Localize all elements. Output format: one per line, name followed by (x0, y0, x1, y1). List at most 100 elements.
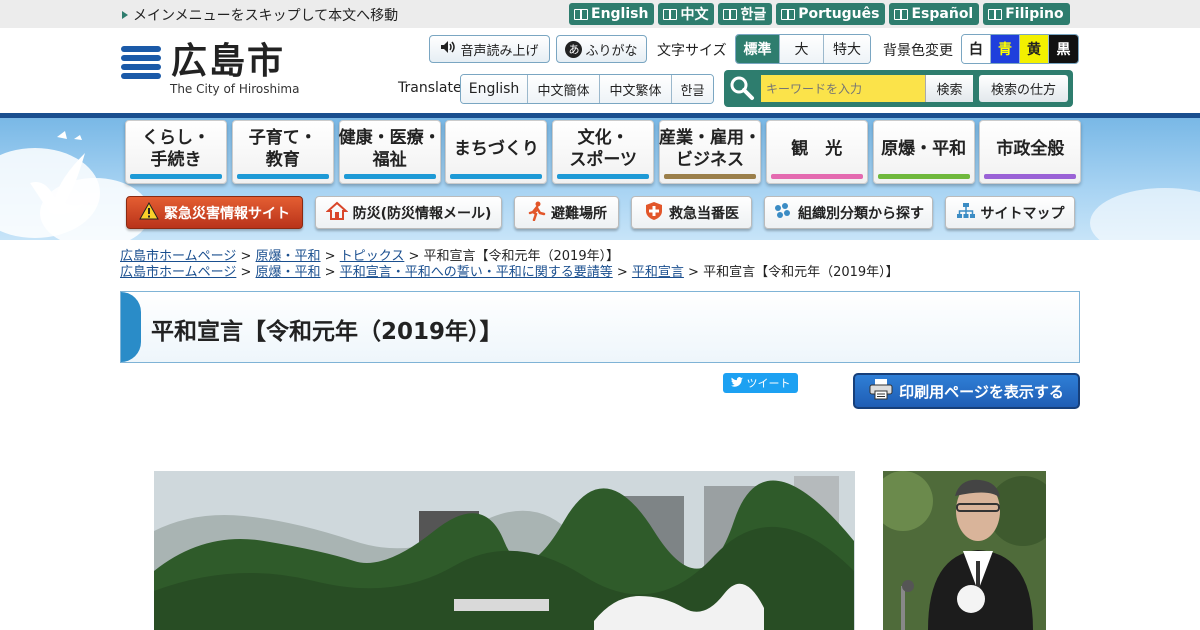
font-size-switcher: 標準大特大 (735, 34, 871, 64)
house-icon (324, 201, 349, 225)
book-icon (723, 8, 738, 20)
global-nav-item[interactable]: 市政全般 (979, 120, 1082, 184)
language-link[interactable]: Filipino (983, 3, 1070, 25)
font-size-option[interactable]: 標準 (736, 35, 780, 63)
page-title: 平和宣言【令和元年（2019年）】 (151, 319, 503, 345)
sitemap-icon (956, 202, 976, 224)
dove-icon (30, 131, 85, 215)
language-link[interactable]: 한글 (718, 3, 773, 25)
search-help-button[interactable]: 検索の仕方 (979, 75, 1068, 102)
breadcrumb-link[interactable]: 平和宣言・平和への誓い・平和に関する要請等 (340, 265, 613, 280)
tweet-button[interactable]: ツイート (723, 373, 798, 393)
furigana-button[interactable]: あふりがな (556, 35, 647, 63)
book-icon (894, 8, 909, 20)
translate-option[interactable]: 中文繁体 (600, 75, 672, 103)
language-link[interactable]: 中文 (658, 3, 715, 25)
breadcrumb-separator: > (236, 265, 256, 280)
page-title-box: 平和宣言【令和元年（2019年）】 (120, 291, 1080, 363)
translate-option[interactable]: English (461, 75, 528, 103)
bg-color-option[interactable]: 青 (991, 35, 1020, 63)
book-icon (988, 8, 1003, 20)
nav-color-bar (236, 174, 329, 179)
breadcrumb-link[interactable]: 平和宣言 (632, 265, 684, 280)
language-link[interactable]: Español (889, 3, 980, 25)
bg-color-option[interactable]: 黒 (1049, 35, 1078, 63)
font-size-option[interactable]: 大 (780, 35, 824, 63)
breadcrumb-separator: > (612, 265, 632, 280)
global-nav-item[interactable]: 観 光 (765, 120, 868, 184)
voice-button[interactable]: 音声読み上げ (429, 35, 550, 63)
sitemap-button[interactable]: サイトマップ (945, 196, 1075, 229)
book-icon (781, 8, 796, 20)
breadcrumb: 広島市ホームページ > 原爆・平和 > トピックス > 平和宣言【令和元年（20… (120, 249, 899, 281)
bg-color-switcher: 白青黄黒 (961, 34, 1079, 64)
nav-color-bar (984, 174, 1077, 179)
search-box: 検索 検索の仕方 (724, 70, 1073, 107)
bg-color-option[interactable]: 黄 (1020, 35, 1049, 63)
running-person-icon (526, 201, 546, 225)
breadcrumb-link[interactable]: 広島市ホームページ (120, 265, 236, 280)
city-emblem-icon (121, 46, 161, 86)
search-input[interactable] (761, 75, 925, 102)
breadcrumb-separator: > (404, 249, 424, 264)
book-icon (574, 8, 588, 20)
breadcrumb-row: 広島市ホームページ > 原爆・平和 > トピックス > 平和宣言【令和元年（20… (120, 249, 899, 265)
twitter-icon (730, 376, 743, 390)
printer-icon (869, 378, 893, 404)
nav-color-bar (130, 174, 222, 179)
translate-option[interactable]: 한글 (672, 75, 713, 103)
peace-ceremony-photo (154, 471, 855, 630)
bg-color-label: 背景色変更 (883, 43, 953, 59)
nav-color-bar (450, 174, 543, 179)
breadcrumb-link[interactable]: 原爆・平和 (256, 265, 321, 280)
logo-subtitle: The City of Hiroshima (170, 82, 300, 96)
nav-color-bar (343, 174, 436, 179)
nav-color-bar (877, 174, 970, 179)
breadcrumb-link[interactable]: 広島市ホームページ (120, 249, 236, 264)
translate-option[interactable]: 中文簡体 (528, 75, 600, 103)
global-nav-item[interactable]: 産業・雇用・ ビジネス (659, 120, 761, 184)
global-nav-item[interactable]: 健康・医療・ 福祉 (338, 120, 441, 184)
global-nav-item[interactable]: まちづくり (445, 120, 548, 184)
emergency-button[interactable]: 緊急災害情報サイト (126, 196, 303, 229)
font-size-option[interactable]: 特大 (824, 35, 870, 63)
nav-color-bar (664, 174, 756, 179)
medical-cross-icon (644, 201, 664, 225)
global-nav-item[interactable]: 原爆・平和 (872, 120, 975, 184)
print-button[interactable]: 印刷用ページを表示する (853, 373, 1080, 409)
translate-switcher: English 中文簡体 中文繁体 한글 (460, 74, 714, 104)
breadcrumb-current: 平和宣言【令和元年（2019年）】 (703, 265, 899, 280)
bousai-button[interactable]: 防災(防災情報メール) (315, 196, 502, 229)
bg-color-option[interactable]: 白 (962, 35, 991, 63)
title-accent (121, 292, 141, 362)
breadcrumb-separator: > (236, 249, 256, 264)
breadcrumb-separator: > (320, 249, 340, 264)
global-nav-item[interactable]: 子育て・ 教育 (231, 120, 334, 184)
furigana-icon: あ (565, 40, 583, 58)
global-nav-item[interactable]: くらし・ 手続き (125, 120, 227, 184)
global-nav-item[interactable]: 文化・ スポーツ (552, 120, 655, 184)
nav-color-bar (770, 174, 863, 179)
triangle-icon (122, 11, 128, 19)
search-icon (729, 75, 755, 101)
people-icon (773, 202, 793, 224)
soshiki-button[interactable]: 組織別分類から探す (764, 196, 933, 229)
kyukyu-button[interactable]: 救急当番医 (631, 196, 752, 229)
cloud-decoration (1090, 188, 1200, 258)
font-size-label: 文字サイズ (657, 43, 727, 59)
skip-link[interactable]: メインメニューをスキップして本文へ移動 (122, 5, 398, 25)
warning-icon (139, 201, 159, 224)
hinan-button[interactable]: 避難場所 (514, 196, 619, 229)
breadcrumb-separator: > (320, 265, 340, 280)
breadcrumb-link[interactable]: 原爆・平和 (256, 249, 321, 264)
language-links: English 中文 한글 Português Español Filipino (569, 3, 1070, 25)
mayor-speech-photo (883, 471, 1046, 630)
search-button[interactable]: 検索 (925, 75, 973, 102)
language-link[interactable]: English (569, 3, 655, 25)
language-link[interactable]: Português (776, 3, 886, 25)
site-logo[interactable]: 広島市 The City of Hiroshima (121, 41, 299, 96)
logo-name: 広島市 (171, 41, 286, 82)
breadcrumb-link[interactable]: トピックス (340, 249, 405, 264)
book-icon (663, 8, 678, 20)
nav-color-bar (557, 174, 650, 179)
